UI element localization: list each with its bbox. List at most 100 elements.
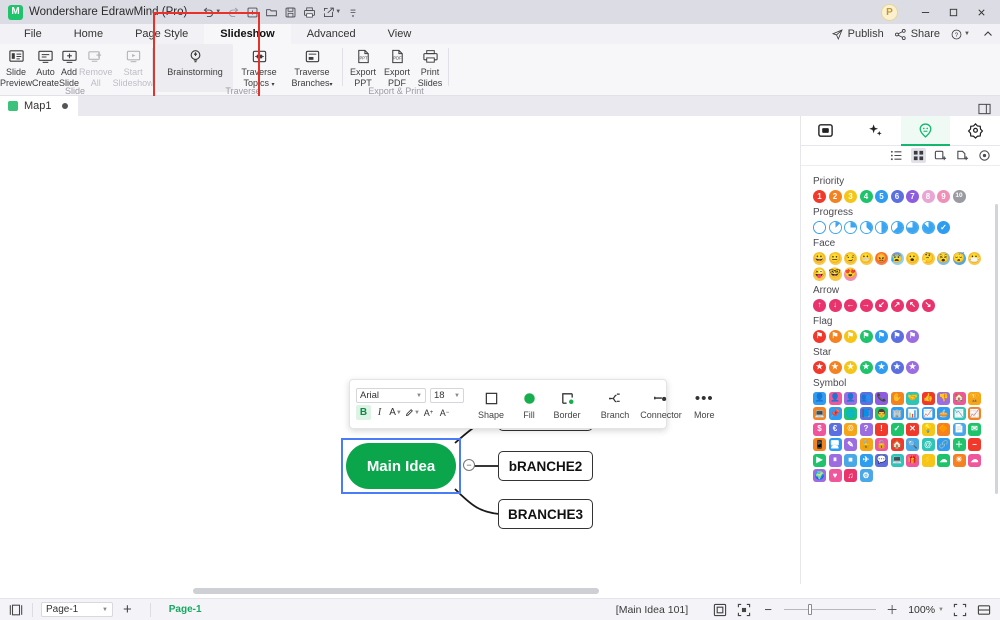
connector-button[interactable]: Connector	[636, 389, 686, 420]
icon-progress-7[interactable]	[906, 221, 919, 234]
icon-priority-3[interactable]: 3	[844, 190, 857, 203]
icon-priority-5[interactable]: 5	[875, 190, 888, 203]
icon-symbol-49[interactable]: 💬	[875, 453, 888, 467]
icon-face-10[interactable]: 😴	[952, 252, 966, 265]
icon-symbol-53[interactable]: ☁	[937, 453, 950, 467]
icon-star-1[interactable]: ★	[813, 360, 826, 374]
icon-symbol-8[interactable]: 👍	[921, 391, 935, 405]
icon-arrow-7[interactable]: ↖	[906, 298, 919, 312]
help-caret-icon[interactable]: ▼	[964, 31, 970, 37]
border-button[interactable]: Border	[548, 389, 586, 420]
icon-symbol-22[interactable]: 📈	[968, 407, 981, 420]
page-chip[interactable]: Page-1	[159, 604, 212, 615]
icon-progress-1[interactable]	[813, 221, 826, 234]
redo-icon[interactable]	[224, 3, 242, 21]
icon-priority-8[interactable]: 8	[921, 190, 935, 203]
icon-symbol-47[interactable]: ⏹	[844, 453, 857, 467]
icon-symbol-39[interactable]: 🏠	[890, 438, 904, 451]
icon-priority-2[interactable]: 2	[828, 190, 842, 203]
icon-symbol-27[interactable]: !	[875, 422, 888, 436]
icon-symbol-20[interactable]: 🥧	[937, 407, 950, 420]
icon-face-8[interactable]: 🤔	[921, 252, 935, 265]
icon-priority-7[interactable]: 7	[906, 190, 919, 203]
icon-priority-1[interactable]: 1	[813, 190, 826, 203]
icon-face-3[interactable]: 😏	[844, 252, 857, 265]
font-family-select[interactable]: Arial ▼	[356, 388, 426, 403]
icon-symbol-51[interactable]: 🎁	[906, 453, 919, 467]
undo-dropdown-caret-icon[interactable]: ▼	[215, 9, 221, 15]
print-icon[interactable]	[300, 3, 318, 21]
tab-ai[interactable]	[851, 116, 901, 145]
horizontal-scrollbar[interactable]	[193, 588, 599, 594]
icon-symbol-38[interactable]: 🔓	[875, 438, 888, 451]
icon-symbol-56[interactable]: 🌍	[813, 469, 826, 482]
icon-face-12[interactable]: 😜	[813, 267, 826, 281]
icon-symbol-28[interactable]: ✓	[890, 422, 904, 436]
icon-symbol-25[interactable]: ©	[844, 422, 857, 436]
fill-button[interactable]: Fill	[510, 389, 548, 420]
icon-flag-3[interactable]: ⚑	[844, 329, 857, 343]
export-pdf-button[interactable]: PDF Export PDF	[380, 44, 414, 92]
icon-priority-9[interactable]: 9	[937, 190, 950, 203]
branch-node-3[interactable]: BRANCHE3	[498, 499, 593, 529]
icon-star-7[interactable]: ★	[906, 360, 919, 374]
icon-flag-4[interactable]: ⚑	[859, 329, 873, 343]
icon-face-2[interactable]: 😐	[828, 252, 842, 265]
icon-face-7[interactable]: 😮	[906, 252, 919, 265]
icon-progress-8[interactable]	[921, 221, 935, 234]
avatar[interactable]: P	[881, 3, 898, 21]
icon-face-11[interactable]: 😷	[968, 252, 981, 265]
tab-clipart[interactable]	[950, 116, 1000, 145]
icon-symbol-26[interactable]: ?	[859, 422, 873, 436]
icon-symbol-9[interactable]: 👎	[937, 391, 950, 405]
icon-symbol-13[interactable]: 📌	[828, 407, 842, 420]
add-page-button[interactable]: +	[113, 602, 142, 617]
icon-symbol-48[interactable]: ✈	[859, 453, 873, 467]
icon-symbol-4[interactable]: 👥	[859, 391, 873, 405]
icon-arrow-5[interactable]: ↙	[875, 298, 888, 312]
icon-symbol-35[interactable]: 🖥	[828, 438, 842, 451]
icon-star-3[interactable]: ★	[844, 360, 857, 374]
icon-symbol-12[interactable]: 💻	[813, 407, 826, 420]
icon-symbol-30[interactable]: 💡	[921, 422, 935, 436]
print-slides-button[interactable]: Print Slides	[414, 44, 446, 92]
minimize-button[interactable]	[912, 1, 938, 23]
icon-symbol-5[interactable]: 📞	[875, 391, 888, 405]
zoom-slider-thumb[interactable]	[808, 603, 813, 615]
font-color-button[interactable]: A ▼	[388, 405, 403, 420]
more-button[interactable]: ••• More	[694, 389, 715, 420]
zoom-slider-track[interactable]	[784, 603, 877, 615]
slide-preview-button[interactable]: Slide Preview	[0, 44, 32, 92]
export-ppt-button[interactable]: PPT Export PPT	[346, 44, 380, 92]
icon-progress-4[interactable]	[859, 221, 873, 234]
icon-face-9[interactable]: 😵	[937, 252, 950, 265]
icon-symbol-15[interactable]: 📘	[859, 407, 873, 420]
shape-button[interactable]: Shape	[472, 389, 510, 420]
icon-flag-5[interactable]: ⚑	[875, 329, 888, 343]
icon-star-6[interactable]: ★	[890, 360, 904, 374]
new-icon[interactable]	[243, 3, 261, 21]
icon-priority-6[interactable]: 6	[890, 190, 904, 203]
grid-view-icon[interactable]	[911, 148, 926, 163]
icon-symbol-46[interactable]: ⏸	[828, 453, 842, 467]
icon-symbol-43[interactable]: ＋	[952, 438, 966, 451]
icon-flag-1[interactable]: ⚑	[813, 329, 826, 343]
auto-create-button[interactable]: Auto Create	[32, 44, 59, 92]
icon-face-1[interactable]: 😀	[813, 252, 826, 265]
export-dropdown-caret-icon[interactable]: ▼	[335, 9, 341, 15]
icon-face-5[interactable]: 😡	[875, 252, 888, 265]
icon-symbol-37[interactable]: 🔒	[859, 438, 873, 451]
icon-symbol-31[interactable]: 🔶	[937, 422, 950, 436]
branch-button[interactable]: Branch	[594, 389, 636, 420]
icon-arrow-4[interactable]: →	[859, 298, 873, 312]
brainstorming-button[interactable]: Brainstorming	[157, 44, 233, 92]
toggle-panel-icon[interactable]	[977, 101, 992, 116]
icon-symbol-42[interactable]: 🔗	[937, 438, 950, 451]
publish-button[interactable]: Publish	[831, 28, 884, 41]
icon-flag-2[interactable]: ⚑	[828, 329, 842, 343]
icon-symbol-14[interactable]: 🌐	[844, 407, 857, 420]
branch-node-2[interactable]: bRANCHE2	[498, 451, 593, 481]
icon-symbol-58[interactable]: ♫	[844, 469, 857, 482]
icon-symbol-18[interactable]: 📊	[906, 407, 919, 420]
icon-symbol-21[interactable]: 📉	[952, 407, 966, 420]
